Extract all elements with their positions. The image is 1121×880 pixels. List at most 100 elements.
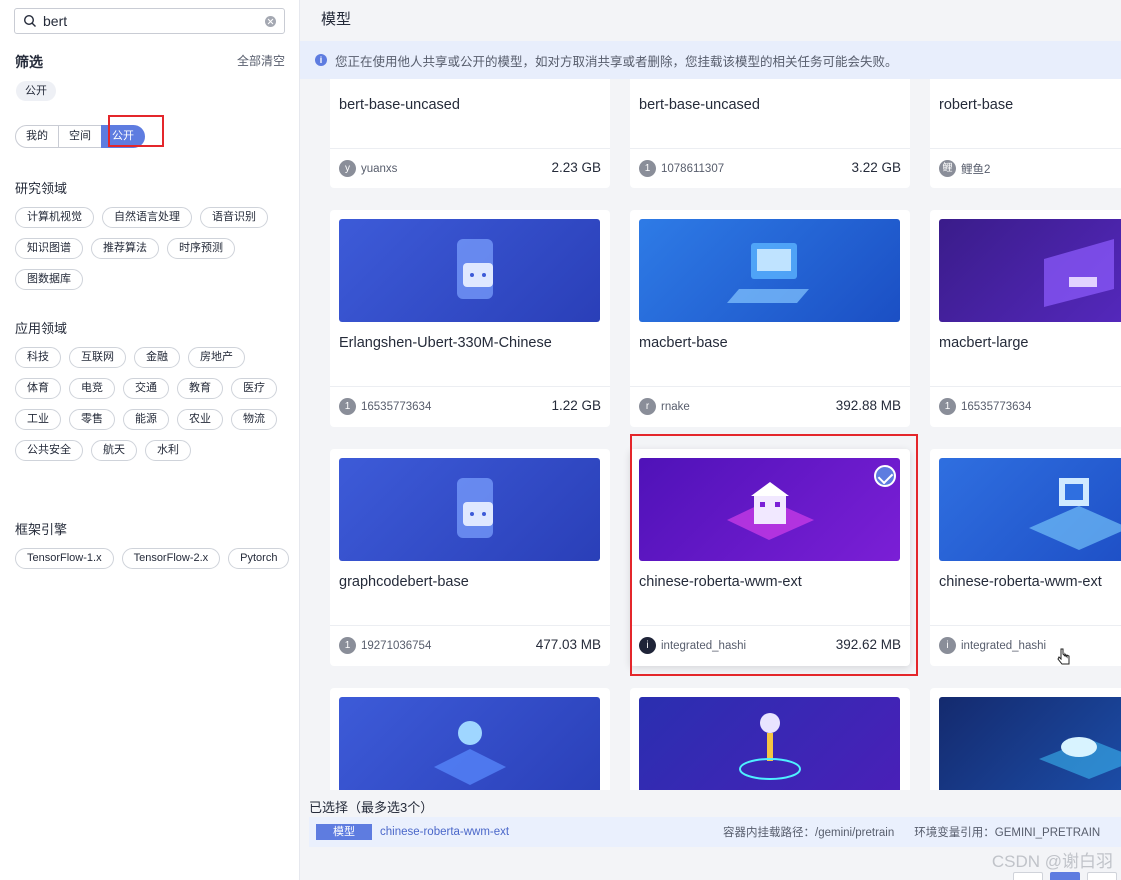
chip[interactable]: 电竞 [69, 378, 115, 399]
chip[interactable]: 知识图谱 [15, 238, 83, 259]
chip[interactable]: 公共安全 [15, 440, 83, 461]
selection-title: 已选择（最多选3个） [309, 800, 434, 815]
model-card[interactable]: bert-base-uncased y yuanxs 2.23 GB [330, 60, 610, 188]
chip[interactable]: 自然语言处理 [102, 207, 192, 228]
model-card[interactable]: bert-base-uncased 1 1078611307 3.22 GB [630, 60, 910, 188]
type-tag: 模型 [316, 824, 372, 840]
model-name: graphcodebert-base [339, 574, 469, 590]
avatar: 1 [639, 160, 656, 177]
notice-text: 您正在使用他人共享或公开的模型，如对方取消共享或者删除，您挂载该模型的相关任务可… [335, 54, 898, 69]
filter-title: 筛选 [15, 54, 43, 70]
owner: i integrated_hashi [939, 637, 1046, 654]
model-card[interactable] [930, 688, 1121, 800]
model-card[interactable] [630, 688, 910, 800]
chip[interactable]: 水利 [145, 440, 191, 461]
clear-icon[interactable] [265, 15, 276, 27]
chip[interactable]: 能源 [123, 409, 169, 430]
watermark: CSDN @谢白羽 [991, 852, 1113, 871]
chip[interactable]: 物流 [231, 409, 277, 430]
section-title-framework: 框架引擎 [15, 522, 68, 537]
selected-filter-tag[interactable]: 公开 [16, 81, 56, 101]
page-button[interactable] [1087, 872, 1117, 880]
selected-item-row: 模型 chinese-roberta-wwm-ext 容器内挂载路径：/gemi… [309, 817, 1121, 847]
model-thumbnail [639, 697, 900, 800]
page-button[interactable] [1013, 872, 1043, 880]
owner: r rnake [639, 398, 690, 415]
chip[interactable]: 医疗 [231, 378, 277, 399]
avatar: 鲤 [939, 160, 956, 177]
model-card[interactable]: macbert-large 1 16535773634 [930, 210, 1121, 427]
chip[interactable]: 教育 [177, 378, 223, 399]
chip[interactable]: 农业 [177, 409, 223, 430]
model-thumbnail [339, 697, 600, 800]
model-card[interactable]: macbert-base r rnake 392.88 MB [630, 210, 910, 427]
chip[interactable]: 语音识别 [200, 207, 268, 228]
model-name: bert-base-uncased [339, 97, 460, 113]
chip[interactable]: 交通 [123, 378, 169, 399]
page-title: 模型 [321, 11, 352, 28]
search-icon [23, 14, 36, 27]
chip[interactable]: 图数据库 [15, 269, 83, 290]
model-thumbnail [939, 697, 1121, 800]
avatar: r [639, 398, 656, 415]
model-size: 2.23 GB [551, 160, 601, 175]
framework-chips: TensorFlow-1.x TensorFlow-2.x Pytorch [15, 548, 295, 569]
chip[interactable]: Pytorch [228, 548, 290, 569]
avatar: 1 [339, 398, 356, 415]
owner-name: yuanxs [361, 162, 398, 175]
chip[interactable]: TensorFlow-2.x [121, 548, 221, 569]
page-button-active[interactable] [1050, 872, 1080, 880]
model-thumbnail [939, 219, 1121, 322]
owner-name: rnake [661, 400, 690, 413]
owner: 1 19271036754 [339, 637, 431, 654]
model-card[interactable]: graphcodebert-base 1 19271036754 477.03 M… [330, 449, 610, 666]
chip[interactable]: 航天 [91, 440, 137, 461]
segment-mine[interactable]: 我的 [15, 125, 59, 148]
model-size: 3.22 GB [851, 160, 901, 175]
model-size: 477.03 MB [535, 637, 601, 652]
model-name: bert-base-uncased [639, 97, 760, 113]
model-card[interactable]: robert-base 鲤鲤鱼2 [930, 60, 1121, 188]
model-thumbnail [339, 219, 600, 322]
model-card[interactable] [330, 688, 610, 800]
section-title-research: 研究领域 [15, 181, 68, 196]
highlight-box [630, 434, 918, 676]
selected-model-name[interactable]: chinese-roberta-wwm-ext [380, 826, 723, 838]
model-size: 1.22 GB [551, 398, 601, 413]
avatar: i [939, 637, 956, 654]
chip[interactable]: 工业 [15, 409, 61, 430]
model-thumbnail [339, 458, 600, 561]
chip[interactable]: 时序预测 [167, 238, 235, 259]
model-card[interactable]: Erlangshen-Ubert-330M-Chinese 1 165357736… [330, 210, 610, 427]
model-thumbnail [639, 219, 900, 322]
chip[interactable]: 科技 [15, 347, 61, 368]
chip[interactable]: 计算机视觉 [15, 207, 94, 228]
model-name: Erlangshen-Ubert-330M-Chinese [339, 335, 552, 351]
info-notice: i 您正在使用他人共享或公开的模型，如对方取消共享或者删除，您挂载该模型的相关任… [300, 41, 1121, 79]
owner: y yuanxs [339, 160, 397, 177]
chip[interactable]: TensorFlow-1.x [15, 548, 114, 569]
owner-name: 16535773634 [361, 400, 432, 413]
chip[interactable]: 房地产 [188, 347, 245, 368]
segment-space[interactable]: 空间 [58, 125, 102, 148]
model-card[interactable]: chinese-roberta-wwm-ext i integrated_hash… [930, 449, 1121, 666]
model-name: macbert-base [639, 335, 728, 351]
chip[interactable]: 体育 [15, 378, 61, 399]
filter-sidebar: bert 筛选 全部清空 公开 我的 空间 公开 研究领域 计算机视觉 自然语言… [0, 0, 300, 880]
search-input[interactable]: bert [43, 13, 265, 29]
chip[interactable]: 推荐算法 [91, 238, 159, 259]
owner-name: 1078611307 [661, 162, 725, 175]
chip[interactable]: 互联网 [69, 347, 126, 368]
owner: 1 1078611307 [639, 160, 724, 177]
clear-all-button[interactable]: 全部清空 [237, 52, 285, 72]
research-chips: 计算机视觉 自然语言处理 语音识别 知识图谱 推荐算法 时序预测 图数据库 [15, 207, 295, 290]
chip[interactable]: 零售 [69, 409, 115, 430]
avatar: 1 [939, 398, 956, 415]
model-name: chinese-roberta-wwm-ext [939, 574, 1102, 590]
owner-name: 19271036754 [361, 639, 432, 652]
chip[interactable]: 金融 [134, 347, 180, 368]
owner-name: integrated_hashi [961, 639, 1047, 652]
highlight-box [108, 115, 164, 147]
section-title-application: 应用领域 [15, 321, 68, 336]
search-box[interactable]: bert [14, 8, 285, 34]
